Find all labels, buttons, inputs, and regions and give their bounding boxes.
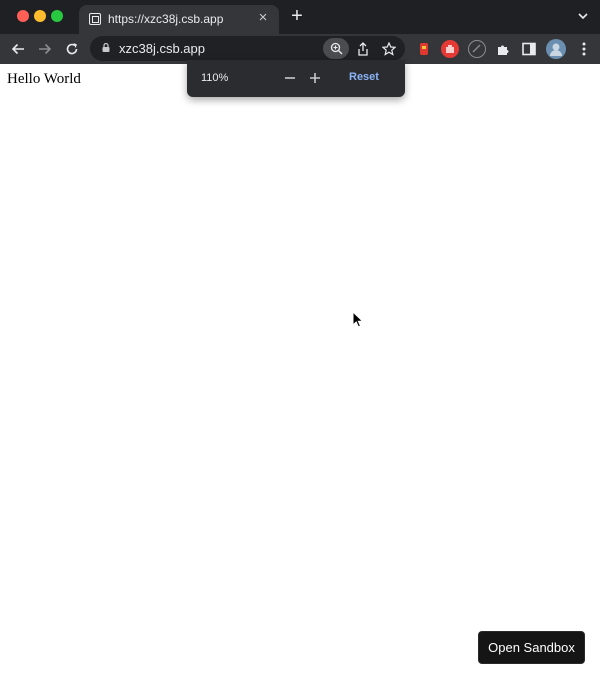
window-maximize-button[interactable] — [51, 10, 63, 22]
browser-tab[interactable]: https://xzc38j.csb.app × — [79, 5, 279, 34]
address-bar[interactable]: xzc38j.csb.app — [90, 36, 405, 61]
open-sandbox-button[interactable]: Open Sandbox — [478, 631, 585, 664]
window-close-button[interactable] — [17, 10, 29, 22]
compass-extension-icon[interactable] — [468, 40, 486, 58]
window-minimize-button[interactable] — [34, 10, 46, 22]
kebab-menu-icon[interactable] — [575, 40, 593, 58]
back-arrow-icon[interactable] — [9, 40, 27, 58]
mouse-cursor-icon — [352, 311, 364, 328]
square-favicon-icon — [89, 13, 101, 25]
star-icon[interactable] — [380, 40, 397, 57]
browser-titlebar: https://xzc38j.csb.app × + — [0, 0, 600, 34]
hand-extension-icon[interactable] — [441, 40, 459, 58]
zoom-icon[interactable] — [323, 38, 349, 59]
zoom-level: 110% — [201, 72, 229, 84]
gift-extension-icon[interactable] — [415, 40, 433, 58]
puzzle-icon[interactable] — [494, 40, 512, 58]
tab-title: https://xzc38j.csb.app — [108, 12, 224, 26]
tab-close-icon[interactable]: × — [255, 10, 271, 26]
forward-arrow-icon[interactable] — [36, 40, 54, 58]
new-tab-button[interactable]: + — [288, 6, 306, 26]
zoom-in-button[interactable] — [308, 70, 322, 86]
avatar[interactable] — [546, 39, 566, 59]
side-panel-icon[interactable] — [520, 40, 538, 58]
url-text[interactable]: xzc38j.csb.app — [119, 41, 205, 56]
zoom-out-button[interactable] — [283, 70, 297, 86]
reload-icon[interactable] — [63, 40, 81, 58]
chevron-down-icon[interactable] — [577, 10, 589, 22]
zoom-reset-button[interactable]: Reset — [349, 71, 379, 83]
hello-world-text: Hello World — [7, 71, 81, 87]
zoom-popup: 110% Reset — [187, 60, 405, 97]
lock-icon — [102, 43, 110, 52]
share-icon[interactable] — [354, 40, 371, 57]
